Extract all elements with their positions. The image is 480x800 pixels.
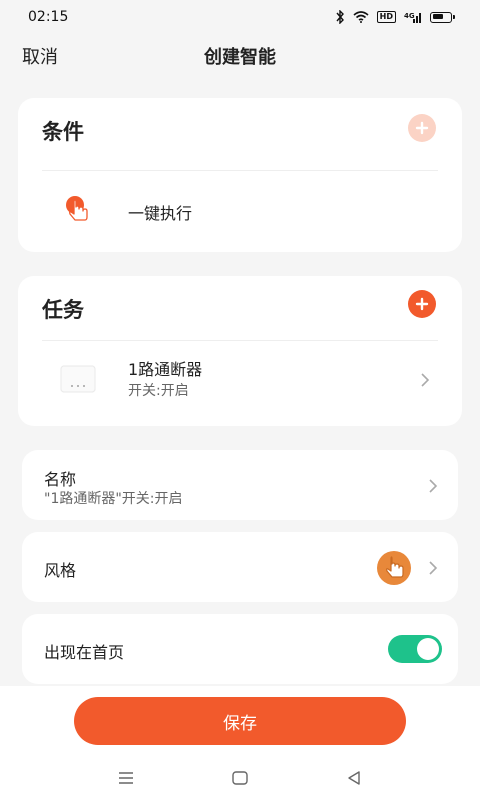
cancel-button[interactable]: 取消 <box>22 43 58 69</box>
condition-item-one-tap[interactable]: 一键执行 <box>18 174 462 244</box>
add-condition-button[interactable] <box>408 114 436 142</box>
hd-badge: HD <box>376 11 396 23</box>
toggle-knob <box>417 638 439 660</box>
chevron-right-icon <box>418 372 432 387</box>
task-title: 任务 <box>42 298 84 322</box>
task-item-switch[interactable]: 1路通断器 开关:开启 <box>18 342 462 422</box>
task-item-name: 1路通断器 <box>128 360 203 379</box>
switch-device-icon <box>58 362 98 400</box>
wifi-icon <box>353 11 369 23</box>
condition-divider <box>42 170 438 171</box>
hand-tap-style-icon <box>376 550 412 590</box>
back-icon[interactable] <box>344 768 364 788</box>
style-row[interactable]: 风格 <box>22 532 458 602</box>
condition-card: 条件 一键执行 <box>18 98 462 252</box>
name-label: 名称 <box>44 470 77 489</box>
condition-item-label: 一键执行 <box>128 204 193 223</box>
chevron-right-icon <box>426 478 440 493</box>
homepage-label: 出现在首页 <box>44 643 125 662</box>
home-icon[interactable] <box>230 768 250 788</box>
add-task-button[interactable] <box>408 290 436 318</box>
plus-icon <box>415 121 429 135</box>
page-title: 创建智能 <box>204 47 276 68</box>
style-label: 风格 <box>44 561 77 580</box>
svg-text:4G: 4G <box>404 12 415 20</box>
menu-icon[interactable] <box>116 768 136 788</box>
homepage-row: 出现在首页 <box>22 614 458 684</box>
status-time: 02:15 <box>28 9 69 25</box>
chevron-right-icon <box>426 560 440 575</box>
plus-icon <box>415 297 429 311</box>
status-bar: 02:15 HD 4G <box>0 0 480 34</box>
bluetooth-icon <box>335 10 345 24</box>
homepage-toggle[interactable] <box>388 635 442 663</box>
system-nav-bar <box>0 762 480 792</box>
task-card: 任务 1路通断器 开关:开启 <box>18 276 462 426</box>
save-button[interactable]: 保存 <box>74 697 406 745</box>
name-row[interactable]: 名称 "1路通断器"开关:开启 <box>22 450 458 520</box>
status-icons: HD 4G <box>335 10 455 24</box>
task-divider <box>42 340 438 341</box>
name-value: "1路通断器"开关:开启 <box>44 491 183 507</box>
task-item-detail: 开关:开启 <box>128 383 189 399</box>
battery-icon <box>430 11 455 23</box>
signal-icon: 4G <box>404 11 422 23</box>
nav-bar: 取消 创建智能 <box>0 34 480 78</box>
condition-title: 条件 <box>42 120 84 144</box>
one-tap-hand-icon <box>64 194 92 228</box>
